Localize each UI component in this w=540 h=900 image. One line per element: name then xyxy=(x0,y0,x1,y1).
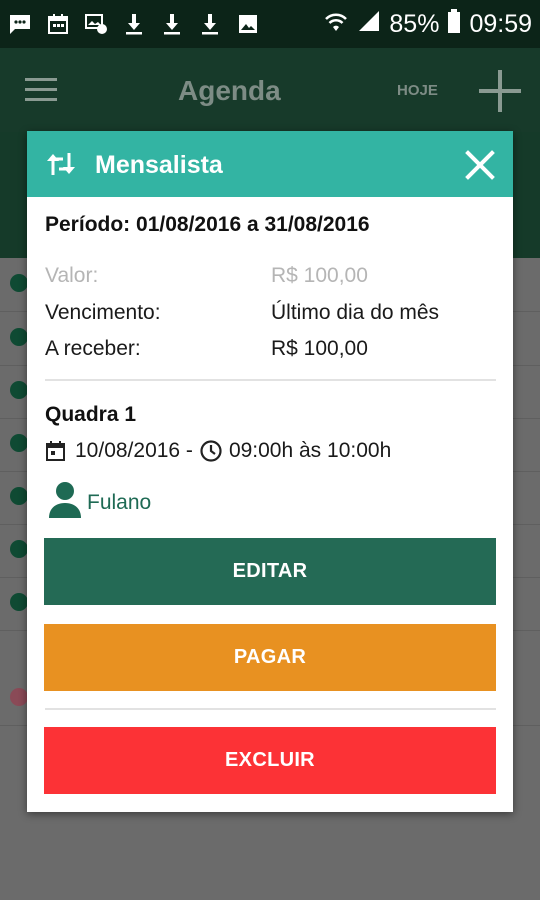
status-dot xyxy=(10,540,28,558)
close-icon[interactable] xyxy=(463,148,497,182)
wifi-icon xyxy=(323,9,349,40)
message-icon xyxy=(8,12,32,36)
dialog-header: Mensalista xyxy=(27,131,513,197)
valor-value: R$ 100,00 xyxy=(271,264,368,287)
signal-icon xyxy=(357,9,381,40)
status-dot xyxy=(10,328,28,346)
calendar-icon xyxy=(46,12,70,36)
app-bar: Agenda HOJE xyxy=(0,48,540,132)
image-icon xyxy=(236,12,260,36)
user-line[interactable]: Fulano xyxy=(47,481,151,524)
download-icon xyxy=(198,12,222,36)
app-title: Agenda xyxy=(178,75,281,106)
pay-button[interactable]: PAGAR xyxy=(44,624,496,691)
download-icon xyxy=(160,12,184,36)
today-button[interactable]: HOJE xyxy=(397,82,438,99)
status-dot xyxy=(10,381,28,399)
divider xyxy=(45,379,496,381)
battery-icon xyxy=(447,8,461,40)
booking-time: 09:00h às 10:00h xyxy=(228,439,392,462)
receber-label: A receber: xyxy=(45,337,141,360)
clock-icon xyxy=(193,439,229,463)
clock: 09:59 xyxy=(469,9,532,38)
status-dot xyxy=(10,593,28,611)
valor-row: Valor: R$ 100,00 xyxy=(45,264,368,288)
divider xyxy=(45,708,496,710)
edit-button[interactable]: EDITAR xyxy=(44,538,496,605)
menu-icon[interactable] xyxy=(25,78,57,102)
dialog-title: Mensalista xyxy=(95,151,223,179)
vencimento-row: Vencimento: Último dia do mês xyxy=(45,301,439,325)
screenshot-icon xyxy=(84,12,108,36)
status-dot xyxy=(10,434,28,452)
delete-button[interactable]: EXCLUIR xyxy=(44,727,496,794)
person-icon xyxy=(47,481,83,524)
status-dot xyxy=(10,274,28,292)
status-dot xyxy=(10,688,28,706)
datetime-line: 10/08/2016 - 09:00h às 10:00h xyxy=(45,439,391,463)
receber-value: R$ 100,00 xyxy=(271,337,368,360)
period-value: 01/08/2016 a 31/08/2016 xyxy=(136,213,370,236)
add-icon[interactable] xyxy=(479,70,521,112)
mensalista-dialog: Mensalista Período: 01/08/2016 a 31/08/2… xyxy=(27,131,513,812)
repeat-icon xyxy=(45,151,77,177)
user-name: Fulano xyxy=(87,490,152,514)
period: Período: 01/08/2016 a 31/08/2016 xyxy=(45,213,370,237)
vencimento-value: Último dia do mês xyxy=(271,301,440,324)
battery-percent: 85% xyxy=(389,9,440,38)
receber-row: A receber: R$ 100,00 xyxy=(45,337,368,361)
valor-label: Valor: xyxy=(45,264,99,287)
calendar-icon xyxy=(45,440,75,462)
status-bar: 85% 09:59 xyxy=(0,0,540,48)
vencimento-label: Vencimento: xyxy=(45,301,161,324)
period-label: Período: xyxy=(45,213,131,236)
booking-date: 10/08/2016 - xyxy=(75,439,193,462)
court-name: Quadra 1 xyxy=(45,403,137,426)
download-icon xyxy=(122,12,146,36)
status-dot xyxy=(10,487,28,505)
